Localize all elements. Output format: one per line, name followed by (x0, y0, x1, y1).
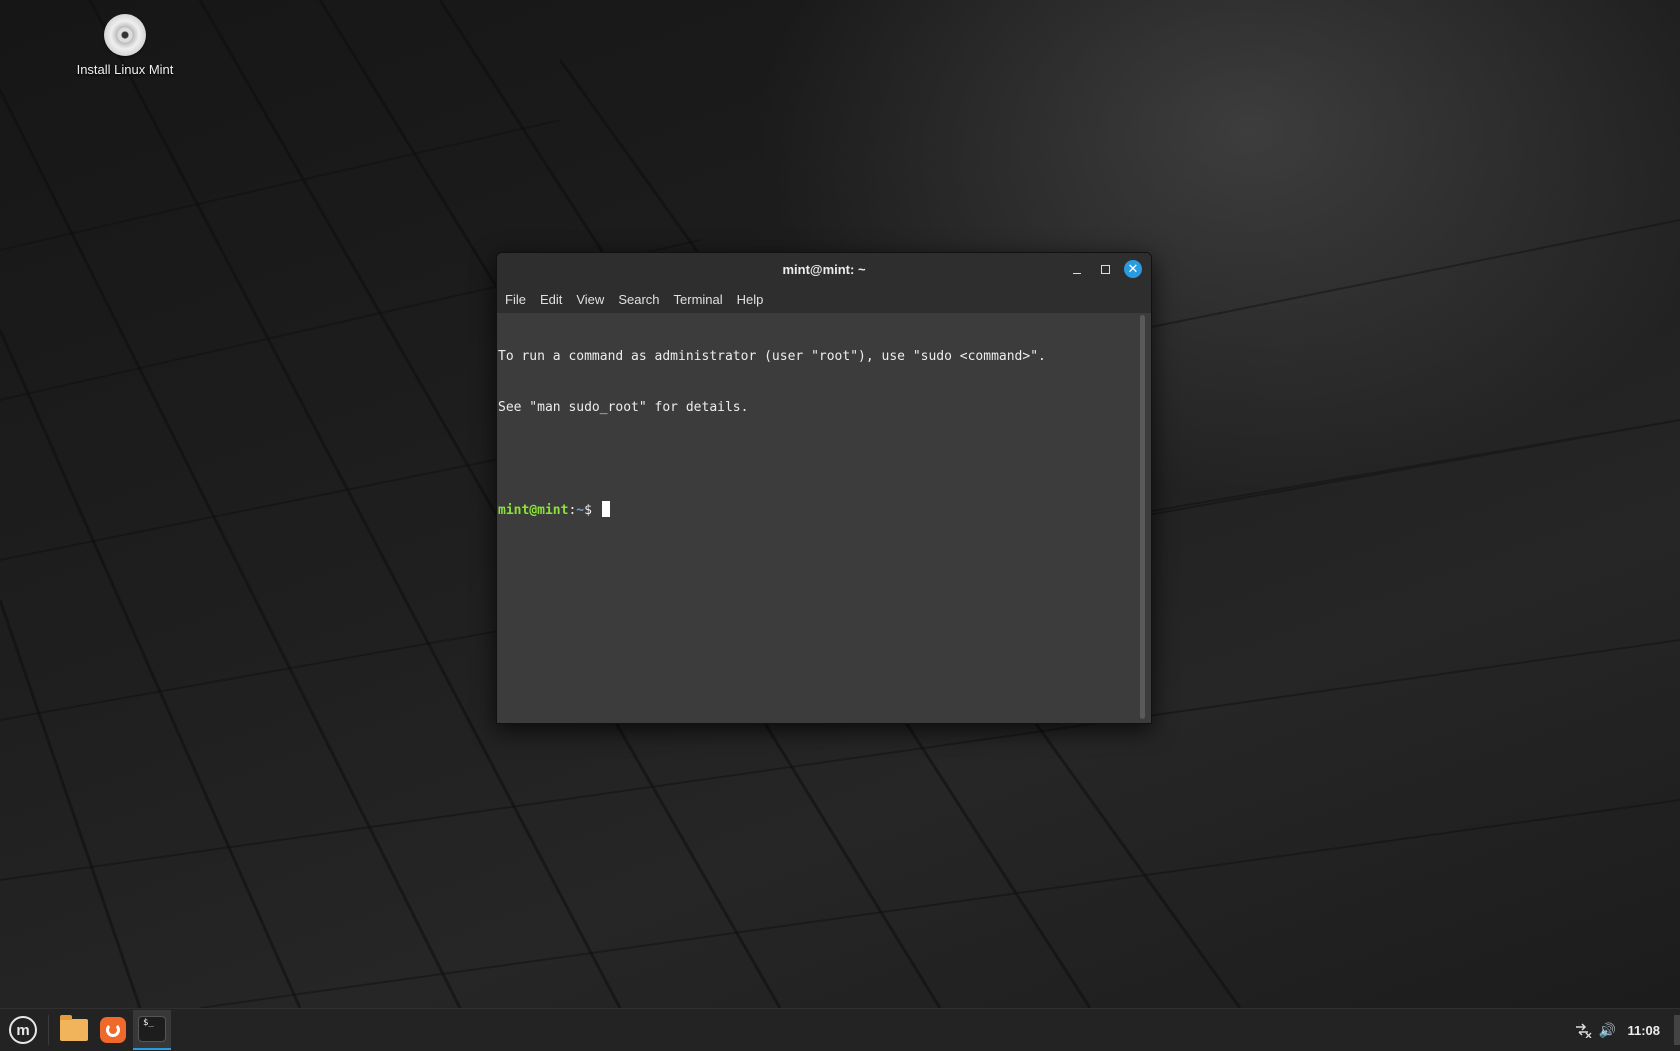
taskbar: m $_ 🔊 11:08 (0, 1008, 1680, 1051)
maximize-button[interactable] (1095, 259, 1115, 279)
disc-icon (104, 14, 146, 56)
taskbar-separator (48, 1015, 49, 1045)
prompt-path: ~ (576, 503, 585, 518)
menu-bar: File Edit View Search Terminal Help (497, 285, 1151, 313)
window-title: mint@mint: ~ (782, 261, 866, 277)
terminal-line: See "man sudo_root" for details. (498, 400, 749, 415)
prompt-user-host: mint@mint (498, 503, 569, 518)
terminal-cursor (601, 501, 610, 517)
menu-edit[interactable]: Edit (540, 292, 573, 307)
terminal-window[interactable]: mint@mint: ~ ✕ File Edit View Search Ter… (496, 252, 1152, 724)
menu-help[interactable]: Help (737, 292, 775, 307)
minimize-icon (1073, 272, 1081, 274)
terminal-launcher[interactable]: $_ (133, 1010, 171, 1050)
menu-icon: m (9, 1016, 37, 1044)
desktop: Install Linux Mint mint@mint: ~ ✕ File E… (0, 0, 1680, 1008)
start-menu-button[interactable]: m (0, 1010, 46, 1050)
files-launcher[interactable] (55, 1010, 93, 1050)
terminal-icon: $_ (138, 1016, 166, 1042)
menu-terminal[interactable]: Terminal (674, 292, 734, 307)
terminal-scrollbar[interactable] (1140, 315, 1145, 719)
desktop-icon-install-linux-mint[interactable]: Install Linux Mint (60, 14, 190, 77)
volume-icon[interactable]: 🔊 (1595, 1018, 1619, 1042)
menu-file[interactable]: File (505, 292, 537, 307)
close-button[interactable]: ✕ (1123, 259, 1143, 279)
system-tray: 🔊 11:08 (1571, 1009, 1680, 1051)
minimize-button[interactable] (1067, 259, 1087, 279)
terminal-prompt: mint@mint:~$ (498, 501, 1140, 518)
files-icon (60, 1015, 88, 1041)
terminal-line: To run a command as administrator (user … (498, 349, 1046, 364)
network-disconnected-icon[interactable] (1571, 1018, 1595, 1042)
clock[interactable]: 11:08 (1627, 1023, 1660, 1038)
menu-view[interactable]: View (576, 292, 615, 307)
firefox-launcher[interactable] (93, 1010, 133, 1050)
maximize-icon (1100, 264, 1110, 274)
prompt-symbol: $ (584, 503, 600, 518)
close-icon: ✕ (1124, 260, 1142, 278)
firefox-icon (100, 1017, 126, 1043)
terminal-output[interactable]: To run a command as administrator (user … (497, 313, 1140, 723)
window-titlebar[interactable]: mint@mint: ~ ✕ (497, 253, 1151, 285)
show-desktop-button[interactable] (1674, 1015, 1680, 1045)
desktop-icon-label: Install Linux Mint (76, 62, 174, 77)
menu-search[interactable]: Search (618, 292, 670, 307)
